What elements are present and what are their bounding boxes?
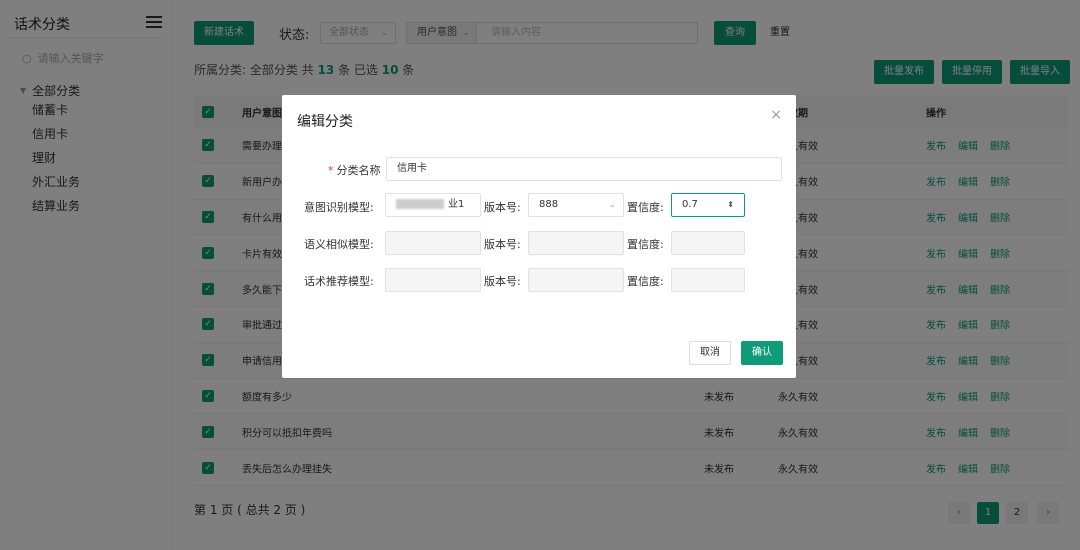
semantic-confidence-input[interactable] [671, 231, 745, 255]
confirm-button[interactable]: 确认 [741, 341, 783, 365]
recommend-version-label: 版本号: [484, 275, 521, 288]
intent-model-label: 意图识别模型: [304, 201, 374, 214]
semantic-version-select[interactable] [528, 231, 624, 255]
recommend-confidence-label: 置信度: [627, 275, 664, 288]
intent-confidence-value: 0.7 [682, 199, 698, 210]
semantic-model-select[interactable] [385, 231, 481, 255]
name-label: * 分类名称 [328, 162, 381, 178]
recommend-version-select[interactable] [528, 268, 624, 292]
edit-category-dialog: 编辑分类 × * 分类名称 信用卡 意图识别模型: 业1 版本号: 888 ⌄ 置信… [282, 95, 796, 378]
stepper-icon[interactable]: ⬍ [727, 194, 734, 216]
app-root: 话术分类 ○ 请输入关键字 ▼ 全部分类 储蓄卡 信用卡 理财 外汇业务 结算业… [0, 0, 1080, 550]
semantic-confidence-label: 置信度: [627, 238, 664, 251]
intent-confidence-input[interactable]: 0.7 ⬍ [671, 193, 745, 217]
recommend-model-select[interactable] [385, 268, 481, 292]
required-mark: * [328, 164, 334, 177]
intent-model-value: 业1 [448, 199, 465, 210]
blurred-value [396, 199, 444, 209]
recommend-model-label: 话术推荐模型: [304, 275, 374, 288]
intent-version-label: 版本号: [484, 201, 521, 214]
intent-model-select[interactable]: 业1 [385, 193, 481, 217]
intent-confidence-label: 置信度: [627, 201, 664, 214]
recommend-confidence-input[interactable] [671, 268, 745, 292]
semantic-version-label: 版本号: [484, 238, 521, 251]
close-icon[interactable]: × [770, 107, 782, 123]
name-label-text: 分类名称 [336, 164, 381, 177]
intent-version-select[interactable]: 888 ⌄ [528, 193, 624, 217]
intent-version-value: 888 [539, 199, 559, 210]
dialog-title: 编辑分类 [297, 114, 353, 130]
semantic-model-label: 语义相似模型: [304, 238, 374, 251]
name-input[interactable]: 信用卡 [386, 157, 782, 181]
cancel-button[interactable]: 取消 [689, 341, 731, 365]
chevron-down-icon: ⌄ [608, 200, 616, 210]
